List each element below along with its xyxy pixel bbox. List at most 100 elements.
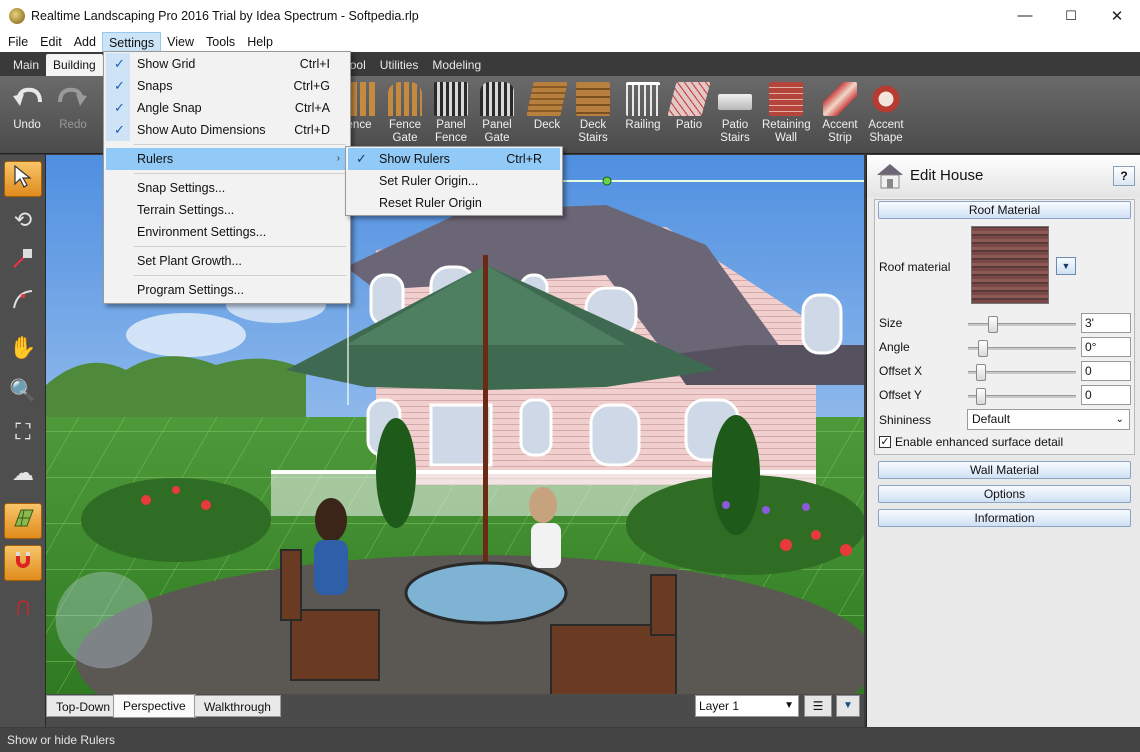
menu-item-reset-ruler-origin[interactable]: Reset Ruler Origin	[348, 192, 560, 214]
size-slider[interactable]	[968, 316, 1076, 333]
curve-icon	[11, 287, 35, 317]
tab-building[interactable]: Building	[46, 54, 103, 76]
panel-gate-sublabel: Gate	[484, 132, 510, 144]
zoom-tool-button[interactable]: 🔍	[4, 373, 42, 409]
menu-settings[interactable]: Settings	[101, 31, 162, 52]
help-button[interactable]: ?	[1113, 166, 1135, 186]
accent-strip-button[interactable]: Accent Strip	[817, 82, 863, 145]
measure-tool-button[interactable]	[4, 243, 42, 279]
tab-modeling[interactable]: Modeling	[425, 54, 488, 76]
grid-toggle-button[interactable]	[4, 503, 42, 539]
tab-walkthrough[interactable]: Walkthrough	[194, 695, 281, 717]
snap-options-button[interactable]: ⋂	[4, 589, 42, 625]
roof-texture-swatch[interactable]	[971, 226, 1049, 304]
menu-item-snaps[interactable]: ✓ Snaps Ctrl+G	[106, 75, 348, 97]
menu-item-label: Environment Settings...	[137, 225, 267, 239]
patio-stairs-button[interactable]: Patio Stairs	[712, 82, 758, 145]
menu-item-angle-snap[interactable]: ✓ Angle Snap Ctrl+A	[106, 97, 348, 119]
offset-x-slider-thumb[interactable]	[976, 364, 986, 381]
menu-item-environment-settings[interactable]: Environment Settings...	[106, 221, 348, 243]
menu-item-set-ruler-origin[interactable]: Set Ruler Origin...	[348, 170, 560, 192]
information-button[interactable]: Information	[878, 509, 1131, 527]
offset-y-slider-thumb[interactable]	[976, 388, 986, 405]
layer-dropdown[interactable]: Layer 1 ▼	[695, 695, 799, 717]
patio-button[interactable]: Patio	[666, 82, 712, 132]
options-button[interactable]: Options	[878, 485, 1131, 503]
shininess-dropdown[interactable]: Default ⌄	[967, 409, 1130, 430]
menu-item-label: Show Auto Dimensions	[137, 123, 266, 137]
patio-label: Patio	[675, 119, 703, 131]
layers-button[interactable]: ☰	[804, 695, 832, 717]
fence-gate-button[interactable]: Fence Gate	[382, 82, 428, 145]
menu-item-show-auto-dimensions[interactable]: ✓ Show Auto Dimensions Ctrl+D	[106, 119, 348, 141]
angle-slider[interactable]	[968, 340, 1076, 357]
panel-fence-button[interactable]: Panel Fence	[428, 82, 474, 145]
menu-help[interactable]: Help	[241, 32, 279, 52]
menu-item-snap-settings[interactable]: Snap Settings...	[106, 177, 348, 199]
size-slider-thumb[interactable]	[988, 316, 998, 333]
curve-tool-button[interactable]	[4, 284, 42, 320]
offset-x-slider[interactable]	[968, 364, 1076, 381]
size-input[interactable]: 3'	[1081, 313, 1131, 333]
snap-toggle-button[interactable]	[4, 545, 42, 581]
roof-material-header[interactable]: Roof Material	[878, 201, 1131, 219]
menu-item-program-settings[interactable]: Program Settings...	[106, 279, 348, 301]
accent-shape-button[interactable]: Accent Shape	[863, 82, 909, 145]
menu-file[interactable]: File	[2, 32, 34, 52]
layer-menu-button[interactable]: ▼	[836, 695, 860, 717]
deck-stairs-button[interactable]: Deck Stairs	[570, 82, 616, 145]
menu-item-label: Show Grid	[137, 57, 196, 71]
menu-item-show-grid[interactable]: ✓ Show Grid Ctrl+I	[106, 53, 348, 75]
offset-x-input[interactable]: 0	[1081, 361, 1131, 381]
undo-button[interactable]: Undo	[4, 82, 50, 132]
menu-item-shortcut: Ctrl+G	[293, 79, 330, 93]
minimize-button[interactable]: —	[1002, 0, 1048, 31]
rotate-tool-button[interactable]: ⟲	[4, 202, 42, 238]
settings-menu: ✓ Show Grid Ctrl+I ✓ Snaps Ctrl+G ✓ Angl…	[103, 51, 351, 304]
menu-edit[interactable]: Edit	[34, 32, 68, 52]
roof-material-dropdown-button[interactable]: ▼	[1056, 257, 1076, 275]
panel-fence-label: Panel	[436, 119, 466, 131]
deck-button[interactable]: Deck	[524, 82, 570, 132]
retaining-wall-button[interactable]: Retaining Wall	[762, 82, 811, 145]
panel-gate-button[interactable]: Panel Gate	[474, 82, 520, 145]
panel-fence-sublabel: Fence	[435, 132, 467, 144]
pan-tool-button[interactable]: ✋	[4, 330, 42, 366]
shininess-value: Default	[972, 412, 1011, 426]
menu-item-set-plant-growth[interactable]: Set Plant Growth...	[106, 250, 348, 272]
pointer-icon	[12, 164, 34, 194]
close-button[interactable]: ✕	[1094, 0, 1140, 31]
orbit-tool-button[interactable]: ☁	[4, 455, 42, 491]
tab-top-down[interactable]: Top-Down	[46, 695, 121, 717]
angle-slider-thumb[interactable]	[978, 340, 988, 357]
offset-y-input[interactable]: 0	[1081, 385, 1131, 405]
railing-button[interactable]: Railing	[620, 82, 666, 132]
tab-utilities[interactable]: Utilities	[373, 54, 426, 76]
tab-main[interactable]: Main	[6, 54, 46, 76]
angle-input[interactable]: 0°	[1081, 337, 1131, 357]
menu-item-label: Program Settings...	[137, 283, 244, 297]
zoom-extents-button[interactable]: ⛶	[4, 414, 42, 450]
redo-icon	[56, 82, 90, 116]
menu-tools[interactable]: Tools	[200, 32, 241, 52]
menu-item-show-rulers[interactable]: ✓ Show Rulers Ctrl+R	[348, 148, 560, 170]
magnet-small-icon: ⋂	[16, 599, 30, 616]
wall-material-button[interactable]: Wall Material	[878, 461, 1131, 479]
accent-strip-sublabel: Strip	[828, 132, 852, 144]
deck-label: Deck	[533, 119, 561, 131]
menu-view[interactable]: View	[161, 32, 200, 52]
grid-icon	[11, 506, 35, 536]
maximize-button[interactable]: ☐	[1048, 0, 1094, 31]
menu-item-terrain-settings[interactable]: Terrain Settings...	[106, 199, 348, 221]
redo-button[interactable]: Redo	[50, 82, 96, 132]
select-tool-button[interactable]	[4, 161, 42, 197]
offset-y-slider[interactable]	[968, 388, 1076, 405]
retaining-wall-sublabel: Wall	[775, 132, 797, 144]
accent-shape-sublabel: Shape	[869, 132, 903, 144]
enhanced-detail-checkbox[interactable]: ✓	[879, 436, 891, 448]
tab-perspective[interactable]: Perspective	[113, 694, 196, 718]
menu-add[interactable]: Add	[68, 32, 102, 52]
menu-item-rulers[interactable]: Rulers ›	[106, 148, 348, 170]
railing-icon	[626, 82, 660, 116]
roof-material-section: Roof Material Roof material ▼ Size 3' An…	[874, 199, 1135, 455]
